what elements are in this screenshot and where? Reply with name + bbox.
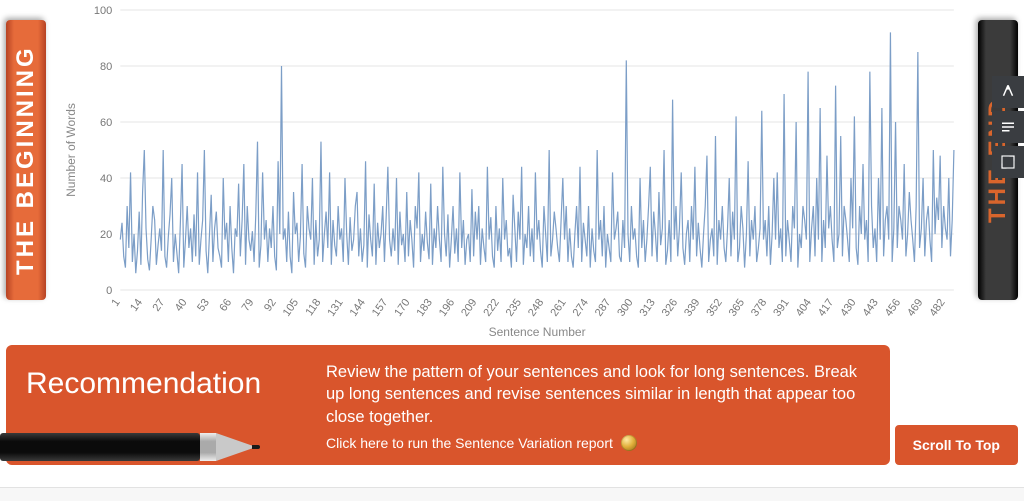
svg-text:196: 196 [437, 297, 457, 319]
tool-branch-button[interactable] [992, 76, 1024, 108]
svg-text:1: 1 [109, 297, 122, 309]
run-report-link-text: Click here to run the Sentence Variation… [326, 434, 613, 453]
expand-icon [999, 153, 1017, 171]
tool-expand-button[interactable] [992, 146, 1024, 178]
svg-text:482: 482 [927, 297, 947, 319]
svg-text:378: 378 [749, 297, 769, 319]
svg-text:339: 339 [682, 297, 702, 319]
svg-text:326: 326 [660, 297, 680, 319]
svg-text:443: 443 [860, 297, 880, 319]
svg-text:391: 391 [771, 297, 791, 319]
scroll-to-top-button[interactable]: Scroll To Top [895, 425, 1018, 465]
branch-icon [999, 83, 1017, 101]
svg-text:66: 66 [217, 297, 234, 314]
chart-area: THE BEGINNING 0 20 40 60 80 100 1 14 27 40 53 66 79 9… [6, 0, 1018, 340]
svg-text:92: 92 [262, 297, 279, 314]
svg-text:469: 469 [905, 297, 925, 319]
horizontal-scrollbar[interactable] [0, 487, 1024, 501]
svg-text:170: 170 [392, 297, 412, 319]
svg-text:20: 20 [100, 229, 112, 241]
svg-text:235: 235 [504, 297, 524, 319]
svg-text:248: 248 [526, 297, 546, 319]
recommendation-title: Recommendation [26, 361, 326, 449]
svg-text:79: 79 [240, 297, 257, 314]
svg-text:274: 274 [571, 297, 591, 319]
svg-text:144: 144 [348, 297, 368, 319]
side-toolbar [992, 76, 1024, 178]
svg-text:105: 105 [281, 297, 301, 319]
svg-text:287: 287 [593, 297, 613, 319]
svg-text:Sentence Number: Sentence Number [489, 325, 586, 339]
svg-text:222: 222 [481, 297, 501, 319]
svg-text:80: 80 [100, 61, 112, 73]
svg-text:261: 261 [548, 297, 568, 319]
svg-text:300: 300 [615, 297, 635, 319]
svg-text:27: 27 [150, 297, 167, 314]
svg-text:157: 157 [370, 297, 390, 319]
svg-text:118: 118 [304, 297, 324, 318]
svg-text:352: 352 [704, 297, 724, 319]
svg-text:60: 60 [100, 117, 112, 129]
svg-text:131: 131 [325, 297, 345, 319]
tool-list-button[interactable] [992, 111, 1024, 143]
list-icon [999, 118, 1017, 136]
report-badge-icon [621, 435, 637, 451]
svg-text:313: 313 [638, 297, 658, 319]
svg-text:14: 14 [128, 297, 145, 314]
svg-text:430: 430 [838, 297, 858, 319]
svg-text:183: 183 [415, 297, 435, 319]
svg-text:0: 0 [106, 285, 112, 297]
svg-text:365: 365 [727, 297, 747, 319]
svg-text:456: 456 [883, 297, 903, 319]
svg-text:209: 209 [459, 297, 479, 319]
svg-text:53: 53 [195, 297, 212, 314]
sentence-length-chart: 0204060801001142740536679921051181311441… [50, 0, 974, 340]
svg-text:100: 100 [94, 5, 112, 17]
svg-text:40: 40 [173, 297, 190, 314]
svg-text:Number of Words: Number of Words [64, 103, 78, 197]
book-spine-beginning: THE BEGINNING [6, 20, 46, 300]
recommendation-text: Review the pattern of your sentences and… [326, 363, 857, 426]
svg-text:417: 417 [816, 297, 836, 319]
run-report-link[interactable]: Click here to run the Sentence Variation… [326, 434, 870, 453]
recommendation-body: Review the pattern of your sentences and… [326, 361, 870, 449]
recommendation-panel: Recommendation Review the pattern of you… [6, 345, 890, 465]
svg-text:40: 40 [100, 173, 112, 185]
svg-text:404: 404 [794, 297, 814, 319]
